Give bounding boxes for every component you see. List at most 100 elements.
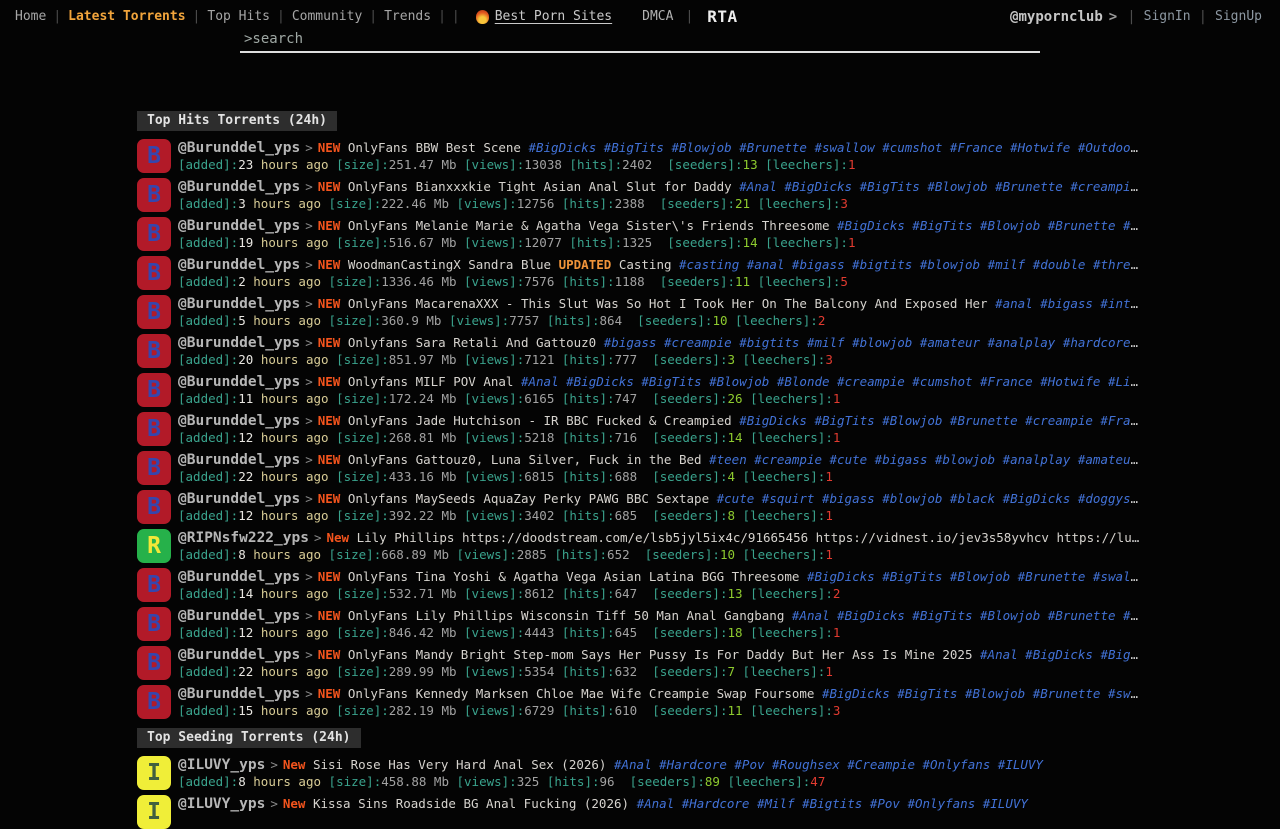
- uploader-avatar[interactable]: B: [137, 607, 171, 641]
- torrent-row[interactable]: B @Burunddel_yps>NEW OnlyFans Mandy Brig…: [137, 646, 1142, 680]
- uploader-username[interactable]: @Burunddel_yps: [178, 296, 300, 312]
- torrent-title-line: @ILUVY_yps>New Kissa Sins Roadside BG An…: [178, 796, 1142, 812]
- arrow-separator: >: [300, 569, 318, 584]
- dmca-link[interactable]: DMCA: [642, 9, 673, 24]
- signup-link[interactable]: SignUp: [1207, 9, 1270, 24]
- torrent-row[interactable]: B @Burunddel_yps>NEW OnlyFans Lily Phill…: [137, 607, 1142, 641]
- uploader-username[interactable]: @Burunddel_yps: [178, 335, 300, 351]
- seeders-value: 13: [743, 157, 758, 172]
- torrent-row[interactable]: B @Burunddel_yps>NEW OnlyFans Gattouz0, …: [137, 451, 1142, 485]
- nav-item-top-hits[interactable]: Top Hits: [200, 9, 277, 24]
- title-segment-tags[interactable]: #Anal #BigDicks #BigTits #Blowjob #Brune…: [792, 608, 1142, 623]
- torrent-title-line: @Burunddel_yps>NEW OnlyFans MacarenaXXX …: [178, 296, 1142, 312]
- uploader-avatar[interactable]: B: [137, 490, 171, 524]
- uploader-avatar[interactable]: B: [137, 139, 171, 173]
- nav-item-latest-torrents[interactable]: Latest Torrents: [61, 9, 192, 24]
- leechers-value: 3: [840, 196, 848, 211]
- torrent-row[interactable]: B @Burunddel_yps>NEW OnlyFans Kennedy Ma…: [137, 685, 1142, 719]
- title-segment-tags[interactable]: #cute #squirt #bigass #blowjob #black #B…: [717, 491, 1142, 506]
- torrent-row[interactable]: B @Burunddel_yps>NEW OnlyFans BBW Best S…: [137, 139, 1142, 173]
- uploader-username[interactable]: @Burunddel_yps: [178, 179, 300, 195]
- arrow-separator: >: [309, 530, 327, 545]
- uploader-avatar[interactable]: B: [137, 646, 171, 680]
- uploader-avatar[interactable]: B: [137, 685, 171, 719]
- uploader-username[interactable]: @Burunddel_yps: [178, 140, 300, 156]
- title-segment-tags[interactable]: #Anal #BigDicks #BigTits …: [980, 647, 1142, 662]
- hits-value: 777: [615, 352, 638, 367]
- uploader-username[interactable]: @RIPNsfw222_yps: [178, 530, 309, 546]
- seeders-label: [seeders]:: [660, 196, 735, 211]
- title-segment-tags[interactable]: #casting #anal #bigass #bigtits #blowjob…: [679, 257, 1142, 272]
- uploader-username[interactable]: @Burunddel_yps: [178, 218, 300, 234]
- uploader-avatar[interactable]: B: [137, 217, 171, 251]
- nav-item-community[interactable]: Community: [285, 9, 369, 24]
- account-username[interactable]: @mypornclub: [1010, 9, 1103, 25]
- torrent-row[interactable]: B @Burunddel_yps>NEW OnlyFans Jade Hutch…: [137, 412, 1142, 446]
- torrent-row[interactable]: B @Burunddel_yps>NEW OnlyFans Tina Yoshi…: [137, 568, 1142, 602]
- title-segment-tags[interactable]: #Anal #Hardcore #Pov #Roughsex #Creampie…: [614, 757, 1043, 772]
- uploader-username[interactable]: @Burunddel_yps: [178, 569, 300, 585]
- uploader-username[interactable]: @ILUVY_yps: [178, 757, 265, 773]
- title-segment-tags[interactable]: #Anal #BigDicks #BigTits #Blowjob #Blond…: [521, 374, 1142, 389]
- title-segment-tags[interactable]: #Anal #BigDicks #BigTits #Blowjob #Brune…: [739, 179, 1142, 194]
- uploader-avatar[interactable]: R: [137, 529, 171, 563]
- promo-link[interactable]: Best Porn Sites: [476, 9, 612, 24]
- uploader-username[interactable]: @Burunddel_yps: [178, 413, 300, 429]
- title-segment-tags[interactable]: #BigDicks #BigTits #Blowjob #Brunette #c…: [739, 413, 1142, 428]
- title-segment-tags[interactable]: #anal #bigass #interrac…: [995, 296, 1142, 311]
- uploader-username[interactable]: @Burunddel_yps: [178, 686, 300, 702]
- added-value: 23: [238, 157, 253, 172]
- uploader-avatar[interactable]: B: [137, 295, 171, 329]
- uploader-username[interactable]: @Burunddel_yps: [178, 452, 300, 468]
- size-label: [size]:: [336, 352, 389, 367]
- uploader-avatar[interactable]: B: [137, 451, 171, 485]
- uploader-username[interactable]: @Burunddel_yps: [178, 608, 300, 624]
- torrent-meta-line: [added]:22 hours ago [size]:433.16 Mb [v…: [178, 469, 1142, 484]
- title-segment-tags[interactable]: #BigDicks #BigTits #Blowjob #Brunette #s…: [837, 218, 1142, 233]
- uploader-username[interactable]: @ILUVY_yps: [178, 796, 265, 812]
- torrent-row[interactable]: B @Burunddel_yps>NEW Onlyfans Sara Retal…: [137, 334, 1142, 368]
- nav-item-home[interactable]: Home: [8, 9, 53, 24]
- uploader-username[interactable]: @Burunddel_yps: [178, 491, 300, 507]
- title-segment-tags[interactable]: #BigDicks #BigTits #Blowjob #Brunette #s…: [822, 686, 1142, 701]
- torrent-row[interactable]: B @Burunddel_yps>NEW WoodmanCastingX San…: [137, 256, 1142, 290]
- signin-link[interactable]: SignIn: [1136, 9, 1199, 24]
- uploader-avatar[interactable]: I: [137, 795, 171, 829]
- title-segment-tags[interactable]: #bigass #creampie #bigtits #milf #blowjo…: [604, 335, 1138, 350]
- torrent-row[interactable]: R @RIPNsfw222_yps>New Lily Phillips http…: [137, 529, 1142, 563]
- title-segments: NEW Onlyfans MaySeeds AquaZay Perky PAWG…: [318, 491, 1142, 506]
- seeders-value: 14: [743, 235, 758, 250]
- uploader-avatar[interactable]: B: [137, 568, 171, 602]
- torrent-row[interactable]: I @ILUVY_yps>New Sisi Rose Has Very Hard…: [137, 756, 1142, 790]
- uploader-username[interactable]: @Burunddel_yps: [178, 647, 300, 663]
- uploader-username[interactable]: @Burunddel_yps: [178, 374, 300, 390]
- uploader-avatar[interactable]: B: [137, 373, 171, 407]
- size-label: [size]:: [336, 430, 389, 445]
- torrent-row[interactable]: B @Burunddel_yps>NEW Onlyfans MaySeeds A…: [137, 490, 1142, 524]
- title-segment-tags[interactable]: #BigDicks #BigTits #Blowjob #Brunette #s…: [807, 569, 1142, 584]
- uploader-avatar[interactable]: B: [137, 412, 171, 446]
- section-rows: I @ILUVY_yps>New Sisi Rose Has Very Hard…: [137, 756, 1142, 829]
- torrent-row[interactable]: B @Burunddel_yps>NEW OnlyFans Bianxxxkie…: [137, 178, 1142, 212]
- torrent-meta-line: [added]:20 hours ago [size]:851.97 Mb [v…: [178, 352, 1142, 367]
- title-segment-tags[interactable]: #Anal #Hardcore #Milf #Bigtits #Pov #Onl…: [637, 796, 1028, 811]
- uploader-username[interactable]: @Burunddel_yps: [178, 257, 300, 273]
- torrent-row[interactable]: B @Burunddel_yps>NEW OnlyFans MacarenaXX…: [137, 295, 1142, 329]
- views-value: 12077: [524, 235, 562, 250]
- account-area: @mypornclub > | SignIn | SignUp: [1010, 9, 1270, 25]
- uploader-avatar[interactable]: B: [137, 334, 171, 368]
- title-segment-tags[interactable]: #BigDicks #BigTits #Blowjob #Brunette #s…: [528, 140, 1142, 155]
- hits-value: 1325: [622, 235, 652, 250]
- uploader-avatar[interactable]: B: [137, 256, 171, 290]
- uploader-avatar[interactable]: I: [137, 756, 171, 790]
- title-segments: NEW WoodmanCastingX Sandra Blue UPDATED …: [318, 257, 1142, 272]
- torrent-row[interactable]: B @Burunddel_yps>NEW Onlyfans MILF POV A…: [137, 373, 1142, 407]
- torrent-row[interactable]: I @ILUVY_yps>New Kissa Sins Roadside BG …: [137, 795, 1142, 829]
- uploader-avatar[interactable]: B: [137, 178, 171, 212]
- search-input[interactable]: [240, 29, 1040, 51]
- added-unit: hours ago: [261, 235, 329, 250]
- rta-logo[interactable]: RTA: [707, 7, 737, 26]
- nav-item-trends[interactable]: Trends: [377, 9, 438, 24]
- title-segment-tags[interactable]: #teen #creampie #cute #bigass #blowjob #…: [709, 452, 1142, 467]
- torrent-row[interactable]: B @Burunddel_yps>NEW OnlyFans Melanie Ma…: [137, 217, 1142, 251]
